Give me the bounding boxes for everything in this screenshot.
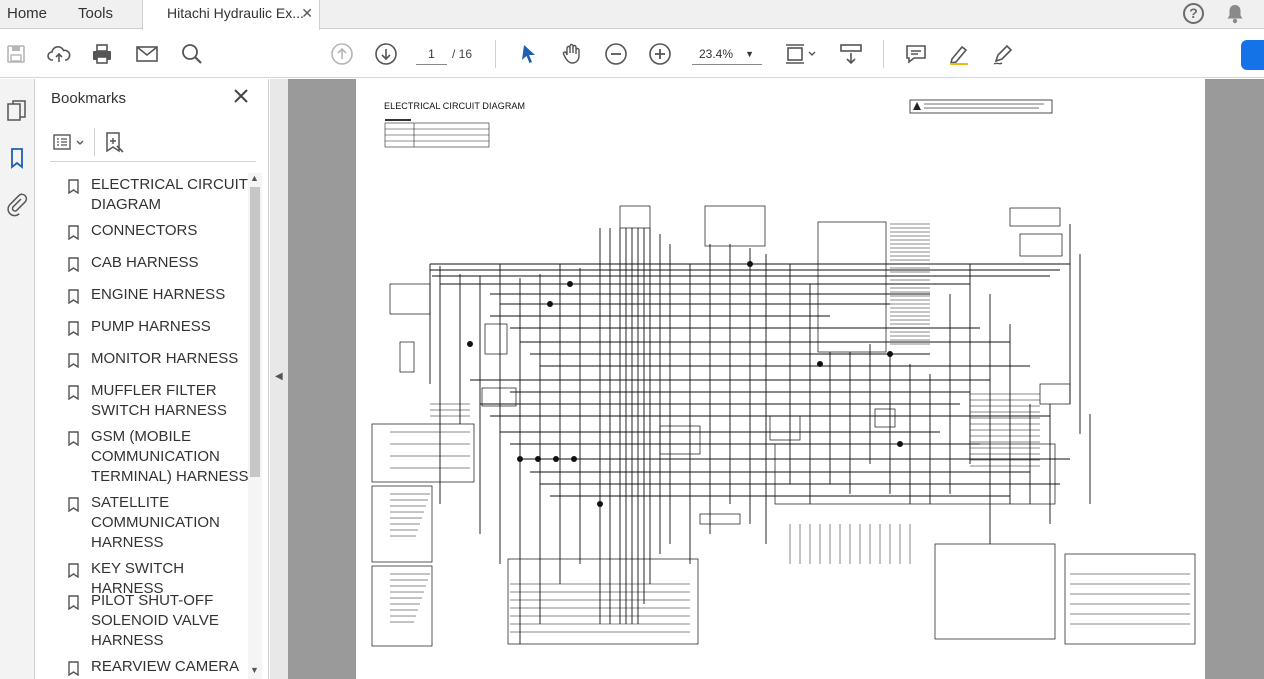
bookmark-label: GSM (MOBILE COMMUNICATION TERMINAL) HARN… bbox=[91, 428, 248, 485]
chevron-down-icon: ▼ bbox=[745, 49, 754, 59]
attachments-icon[interactable] bbox=[4, 191, 30, 217]
bookmarks-toolbar bbox=[50, 126, 256, 162]
left-nav-rail bbox=[0, 79, 35, 679]
bookmark-icon bbox=[68, 353, 79, 368]
previous-page-icon[interactable] bbox=[329, 41, 355, 67]
page-display-icon[interactable] bbox=[783, 41, 819, 67]
zoom-in-icon[interactable] bbox=[647, 41, 673, 67]
bookmark-icon bbox=[68, 257, 79, 272]
close-tab-icon[interactable]: ✕ bbox=[301, 0, 313, 27]
bookmark-icon bbox=[68, 595, 79, 610]
save-icon[interactable] bbox=[3, 41, 29, 67]
bookmark-icon bbox=[68, 321, 79, 336]
applicability-table bbox=[384, 119, 490, 148]
share-button[interactable] bbox=[1241, 40, 1264, 70]
bookmark-label: REARVIEW CAMERA bbox=[91, 658, 240, 675]
bookmark-icon bbox=[68, 497, 79, 512]
email-icon[interactable] bbox=[134, 41, 160, 67]
collapse-panel-icon[interactable]: ◀ bbox=[275, 371, 283, 382]
bookmark-label: ELECTRICAL CIRCUIT DIAGRAM bbox=[91, 176, 248, 213]
bookmark-label: CAB HARNESS bbox=[91, 254, 199, 271]
scroll-mode-icon[interactable] bbox=[838, 41, 864, 67]
bookmark-icon bbox=[68, 661, 79, 676]
bookmark-label: CONNECTORS bbox=[91, 222, 198, 239]
zoom-out-icon[interactable] bbox=[603, 41, 629, 67]
bookmark-icon bbox=[68, 289, 79, 304]
bookmark-icon bbox=[68, 563, 79, 578]
bookmark-options-icon[interactable] bbox=[52, 132, 88, 154]
print-icon[interactable] bbox=[89, 41, 115, 67]
bookmarks-icon[interactable] bbox=[4, 145, 30, 171]
zoom-level-value: 23.4% bbox=[699, 47, 734, 61]
page-number-input[interactable]: 1 bbox=[416, 43, 447, 65]
bookmark-list: ELECTRICAL CIRCUIT DIAGRAM CONNECTORS CA… bbox=[36, 173, 248, 679]
select-cursor-icon[interactable] bbox=[516, 41, 542, 67]
caution-label bbox=[909, 99, 1053, 114]
toolbar-divider bbox=[495, 40, 496, 68]
tab-bar: Home Tools Hitachi Hydraulic Ex... ✕ ? bbox=[0, 0, 1264, 30]
notification-bell-icon[interactable] bbox=[1226, 4, 1244, 24]
scrollbar-thumb[interactable] bbox=[250, 187, 260, 477]
bookmarks-scrollbar[interactable]: ▲ ▼ bbox=[248, 173, 262, 679]
upload-cloud-icon[interactable] bbox=[46, 41, 72, 67]
document-viewport[interactable]: ELECTRICAL CIRCUIT DIAGRAM bbox=[288, 79, 1264, 679]
bookmark-label: MONITOR HARNESS bbox=[91, 350, 239, 367]
bookmark-label: PILOT SHUT-OFF SOLENOID VALVE HARNESS bbox=[91, 592, 219, 649]
search-icon[interactable] bbox=[179, 41, 205, 67]
bookmarks-title: Bookmarks bbox=[51, 90, 127, 107]
bookmark-icon bbox=[68, 179, 79, 194]
highlight-pen-icon[interactable] bbox=[946, 41, 972, 67]
page-title: ELECTRICAL CIRCUIT DIAGRAM bbox=[384, 101, 526, 111]
toolbar-divider bbox=[883, 40, 884, 68]
bookmark-label: ENGINE HARNESS bbox=[91, 286, 226, 303]
tab-document-label: Hitachi Hydraulic Ex... bbox=[167, 5, 304, 21]
sign-pen-icon[interactable] bbox=[990, 41, 1016, 67]
pdf-page: ELECTRICAL CIRCUIT DIAGRAM bbox=[356, 79, 1205, 679]
add-bookmark-icon[interactable] bbox=[102, 131, 126, 155]
close-icon[interactable] bbox=[232, 87, 250, 105]
bookmark-icon bbox=[68, 431, 79, 446]
hand-tool-icon[interactable] bbox=[559, 41, 585, 67]
tab-document[interactable]: Hitachi Hydraulic Ex... ✕ bbox=[142, 0, 320, 30]
bookmark-label: MUFFLER FILTER SWITCH HARNESS bbox=[91, 382, 227, 419]
tab-tools[interactable]: Tools bbox=[78, 0, 113, 29]
zoom-level-select[interactable]: 23.4% ▼ bbox=[692, 43, 762, 65]
electrical-circuit-diagram-image bbox=[371, 205, 1196, 647]
tab-home[interactable]: Home bbox=[7, 0, 47, 29]
page-total: / 16 bbox=[452, 47, 473, 61]
next-page-icon[interactable] bbox=[373, 41, 399, 67]
bookmark-label: PUMP HARNESS bbox=[91, 318, 211, 335]
bookmark-label: SATELLITE COMMUNICATION HARNESS bbox=[91, 494, 220, 551]
help-icon[interactable]: ? bbox=[1183, 3, 1204, 24]
page-thumbnails-icon[interactable] bbox=[4, 98, 30, 124]
comment-icon[interactable] bbox=[903, 41, 929, 67]
panel-splitter[interactable]: ◀ bbox=[270, 79, 288, 679]
toolbar-divider bbox=[94, 128, 95, 156]
scroll-up-icon[interactable]: ▲ bbox=[250, 173, 259, 183]
bookmarks-panel: Bookmarks ELECTRICAL CIRCUIT DIAGRAM CON… bbox=[36, 79, 269, 679]
bookmark-icon bbox=[68, 385, 79, 400]
main-toolbar: 1 / 16 23.4% ▼ bbox=[0, 30, 1264, 78]
bookmark-icon bbox=[68, 225, 79, 240]
scroll-down-icon[interactable]: ▼ bbox=[250, 665, 259, 675]
